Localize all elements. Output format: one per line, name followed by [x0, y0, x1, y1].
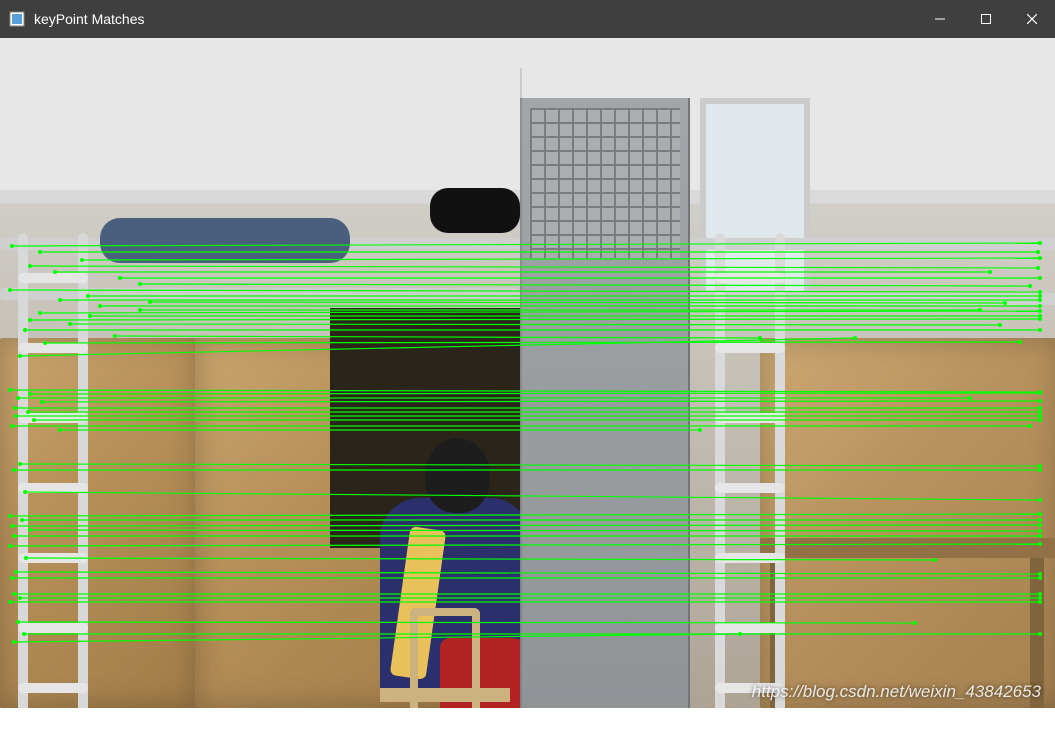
- minimize-button[interactable]: [917, 0, 963, 38]
- wardrobe: [760, 338, 1055, 708]
- app-icon: [8, 10, 26, 28]
- desk-leg: [770, 558, 784, 708]
- maximize-button[interactable]: [963, 0, 1009, 38]
- window-title: keyPoint Matches: [34, 11, 145, 27]
- image-canvas: https://blog.csdn.net/weixin_43842653: [0, 38, 1055, 728]
- close-icon: [1027, 14, 1037, 24]
- bunk-rail: [690, 293, 1055, 305]
- door-grille: [530, 108, 680, 258]
- blanket: [100, 218, 350, 263]
- window-pane: [700, 98, 810, 298]
- desk-leg: [1030, 558, 1044, 708]
- right-image: [520, 38, 1055, 728]
- app-window: keyPoint Matches: [0, 0, 1055, 746]
- close-button[interactable]: [1009, 0, 1055, 38]
- image-seam: [520, 68, 522, 708]
- maximize-icon: [981, 14, 991, 24]
- minimize-icon: [935, 14, 945, 24]
- bag: [430, 188, 520, 233]
- bunk-rail: [690, 238, 1055, 250]
- ladder: [18, 233, 88, 713]
- content-area: https://blog.csdn.net/weixin_43842653: [0, 38, 1055, 746]
- desk: [760, 538, 1055, 558]
- stitched-photo: [0, 38, 1055, 728]
- left-image: [0, 38, 520, 728]
- titlebar[interactable]: keyPoint Matches: [0, 0, 1055, 38]
- ladder: [715, 233, 785, 713]
- door: [520, 98, 690, 708]
- bottom-margin: [0, 708, 1055, 728]
